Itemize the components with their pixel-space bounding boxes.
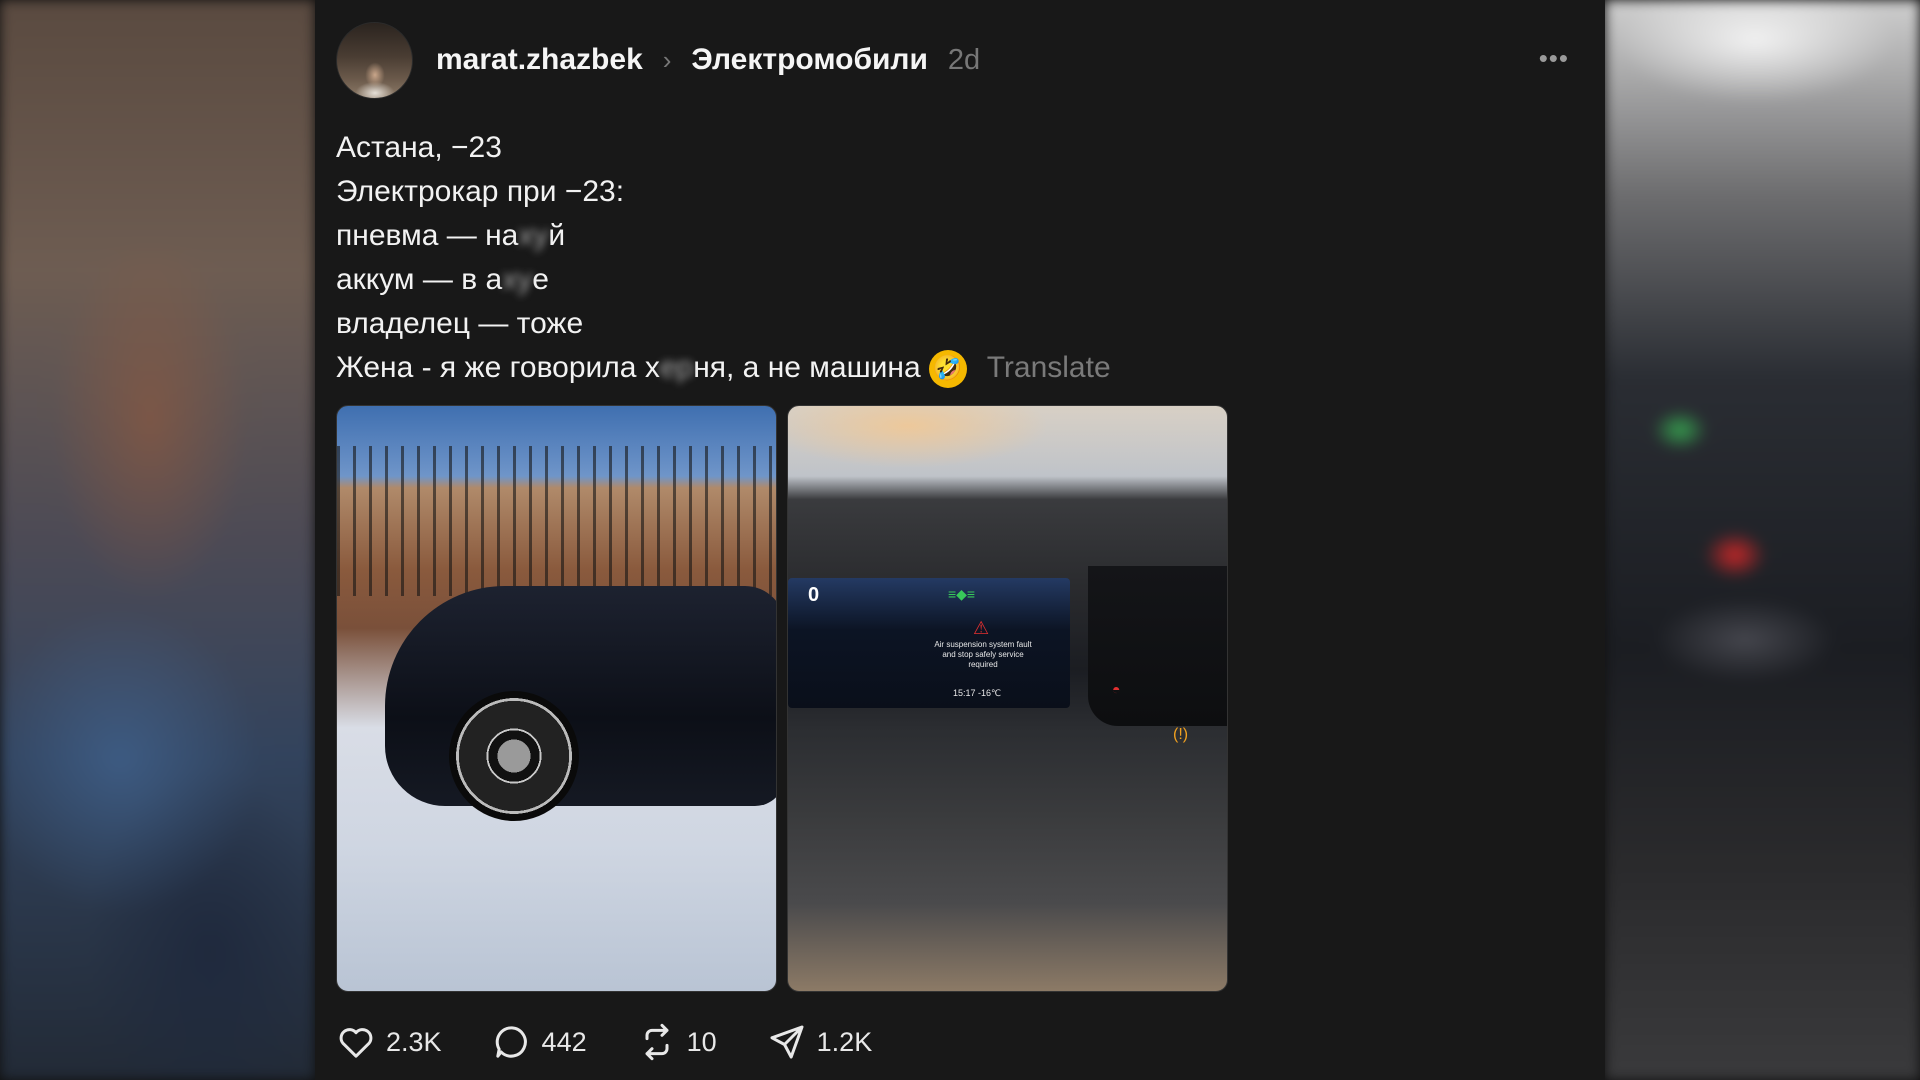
- photo-fence-detail: [337, 446, 776, 596]
- suspension-warning-icon: ⚠: [973, 618, 990, 638]
- tire-pressure-icon: (!): [1173, 726, 1189, 743]
- post-photo-dashboard[interactable]: 0 ≡◆≡ ⚠ Air suspension system fault and …: [787, 405, 1228, 992]
- action-bar: 2.3K 442 10 1.2K: [336, 1020, 922, 1064]
- text-segment: пневма — на: [336, 219, 519, 252]
- text-segment: е: [532, 263, 549, 296]
- like-button[interactable]: 2.3K: [336, 1022, 442, 1062]
- post-text: Астана, −23 Электрокар при −23: пневма —…: [336, 126, 1111, 390]
- comment-count: 442: [541, 1026, 587, 1057]
- avatar[interactable]: [336, 22, 413, 99]
- repost-icon: [645, 1023, 669, 1061]
- dashboard-speed: 0: [808, 584, 820, 606]
- more-icon[interactable]: •••: [1539, 45, 1569, 71]
- dashboard-time-temp: 15:17 -16℃: [953, 688, 1002, 698]
- dashboard-side-screen: [1088, 566, 1227, 726]
- like-count: 2.3K: [386, 1026, 442, 1057]
- text-segment: аккум — в а: [336, 263, 503, 296]
- photo-car-body: [385, 586, 776, 806]
- post-text-line: Жена - я же говорила херня, а не машина 🤣…: [336, 346, 1111, 390]
- blurred-background-left: [0, 0, 315, 1080]
- text-segment: Электрокар при −23:: [336, 175, 625, 208]
- post-text-line: Астана, −23: [336, 126, 1111, 170]
- post-text-line: Электрокар при −23:: [336, 170, 1111, 214]
- repost-button[interactable]: 10: [637, 1022, 717, 1062]
- chevron-right-icon: ›: [662, 44, 672, 75]
- comment-button[interactable]: 442: [492, 1022, 587, 1062]
- post-text-line: владелец — тоже: [336, 302, 1111, 346]
- text-segment: ня, а не машина: [693, 351, 921, 384]
- post-text-line: пневма — нахуй: [336, 214, 1111, 258]
- text-segment: Жена - я же говорила х: [336, 351, 660, 384]
- post-photo-car[interactable]: [336, 405, 777, 992]
- timestamp: 2d: [947, 43, 981, 76]
- post-card: marat.zhazbek › Электромобили 2d ••• Аст…: [315, 0, 1605, 1080]
- heart-icon: [339, 1028, 373, 1058]
- rofl-emoji-icon: 🤣: [928, 350, 967, 389]
- censored-text: ху: [518, 219, 549, 252]
- green-indicator-icon: ≡◆≡: [948, 586, 976, 602]
- share-icon: [770, 1025, 804, 1059]
- comment-icon: [495, 1026, 527, 1058]
- share-button[interactable]: 1.2K: [767, 1022, 873, 1062]
- username-link[interactable]: marat.zhazbek: [436, 43, 643, 77]
- dashboard-screen: 0 ≡◆≡ ⚠ Air suspension system fault and …: [788, 578, 1070, 708]
- censored-text: ху: [502, 263, 533, 296]
- repost-count: 10: [686, 1026, 717, 1057]
- text-segment: владелец — тоже: [336, 307, 584, 340]
- photo-car-wheel: [449, 691, 579, 821]
- text-segment: й: [548, 219, 566, 252]
- dashboard-warning-text: Air suspension system fault and stop saf…: [934, 640, 1032, 669]
- red-warning-icon: ◓: [1112, 681, 1121, 697]
- post-text-line: аккум — в ахуе: [336, 258, 1111, 302]
- censored-text: ер: [659, 351, 694, 384]
- post-header: marat.zhazbek › Электромобили 2d: [436, 40, 980, 80]
- translate-link[interactable]: Translate: [987, 351, 1111, 384]
- text-segment: Астана, −23: [336, 131, 502, 164]
- share-count: 1.2K: [816, 1026, 873, 1057]
- blurred-background-right: [1605, 0, 1920, 1080]
- community-link[interactable]: Электромобили: [691, 43, 928, 77]
